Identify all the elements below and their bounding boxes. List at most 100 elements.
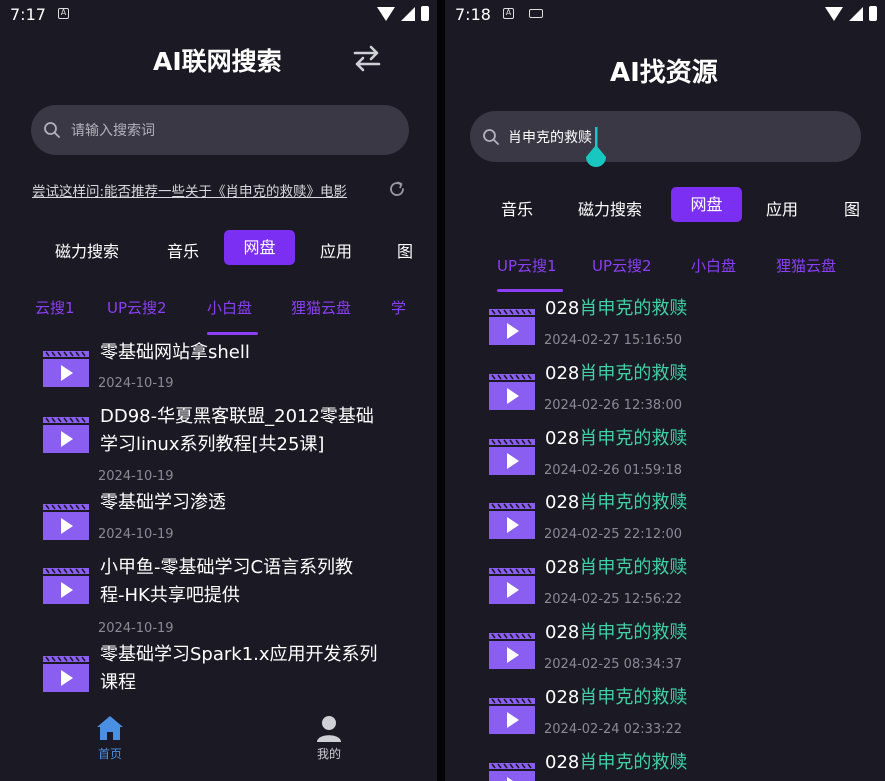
result-title: 028肖申克的救赎 bbox=[545, 489, 687, 517]
battery-icon bbox=[869, 6, 877, 21]
video-file-icon bbox=[43, 656, 89, 692]
screen-divider bbox=[437, 0, 445, 781]
category-tab-magnet[interactable]: 磁力搜索 bbox=[55, 238, 119, 262]
status-bar: 7:18 A bbox=[445, 0, 885, 30]
result-name: 肖申克的救赎 bbox=[579, 427, 688, 449]
suggestion-link[interactable]: 尝试这样问:能否推荐一些关于《肖申克的救赎》电影 bbox=[32, 180, 347, 200]
status-time: 7:17 bbox=[10, 5, 46, 24]
result-prefix: 028 bbox=[545, 557, 580, 579]
result-date: 2024-10-19 bbox=[98, 376, 174, 391]
result-prefix: 028 bbox=[545, 492, 580, 514]
active-subtab-indicator bbox=[497, 289, 563, 292]
result-title-cont: 课程 bbox=[100, 672, 136, 693]
result-date: 2024-02-26 12:38:00 bbox=[544, 397, 683, 413]
page-title: AI找资源 bbox=[610, 58, 718, 88]
active-subtab-indicator bbox=[207, 332, 258, 335]
subtab-upcloud2[interactable]: UP云搜2 bbox=[107, 297, 167, 318]
video-file-icon bbox=[489, 762, 535, 781]
result-title-cont: 学习linux系列教程[共25课] bbox=[100, 434, 325, 455]
result-title: 零基础学习渗透 bbox=[100, 492, 226, 513]
nav-mine-label: 我的 bbox=[316, 747, 341, 761]
result-title: 028肖申克的救赎 bbox=[545, 554, 687, 582]
status-bar: 7:17 A bbox=[0, 0, 437, 30]
swap-icon[interactable] bbox=[352, 44, 382, 72]
video-file-icon bbox=[489, 309, 535, 345]
status-icons bbox=[377, 6, 429, 21]
category-tab-music[interactable]: 音乐 bbox=[501, 196, 533, 220]
result-name: 肖申克的救赎 bbox=[579, 622, 688, 643]
subtab-upcloud1[interactable]: UP云搜1 bbox=[497, 255, 557, 276]
result-date: 2024-02-25 08:34:37 bbox=[544, 657, 683, 672]
video-file-icon bbox=[43, 504, 89, 540]
home-icon bbox=[97, 716, 123, 740]
subtab-limao[interactable]: 狸猫云盘 bbox=[291, 297, 351, 318]
search-icon bbox=[483, 128, 499, 145]
search-input[interactable]: 请输入搜索词 bbox=[31, 105, 409, 155]
result-title: 028肖申克的救赎 bbox=[545, 360, 687, 388]
video-file-icon bbox=[489, 503, 535, 540]
result-title: DD98-华夏黑客联盟_2012零基础 bbox=[100, 406, 374, 427]
result-date: 2024-10-19 bbox=[98, 469, 174, 484]
result-name: 肖申克的救赎 bbox=[579, 557, 688, 579]
result-name: 肖申克的救赎 bbox=[579, 492, 688, 514]
text-cursor-handle[interactable] bbox=[584, 127, 608, 177]
result-date: 2024-02-24 02:33:22 bbox=[544, 721, 683, 737]
category-tab-netdisk[interactable]: 网盘 bbox=[224, 230, 295, 265]
result-title-cont: 程-HK共享吧提供 bbox=[100, 585, 240, 606]
result-prefix: 028 bbox=[545, 362, 580, 384]
subtab-upcloud2[interactable]: UP云搜2 bbox=[592, 255, 652, 276]
video-file-icon bbox=[43, 351, 89, 387]
result-prefix: 028 bbox=[545, 427, 580, 449]
page-title: AI联网搜索 bbox=[153, 47, 282, 76]
search-value: 肖申克的救赎 bbox=[508, 129, 592, 146]
category-tab-music[interactable]: 音乐 bbox=[167, 238, 199, 262]
result-name: 肖申克的救赎 bbox=[579, 362, 688, 384]
subtab-xiaobai[interactable]: 小白盘 bbox=[691, 255, 736, 276]
result-date: 2024-10-19 bbox=[98, 621, 174, 636]
status-time: 7:18 bbox=[455, 5, 491, 24]
result-date: 2024-02-27 15:16:50 bbox=[544, 333, 683, 348]
video-file-icon bbox=[489, 373, 535, 410]
user-icon bbox=[317, 716, 341, 742]
result-date: 2024-02-25 22:12:00 bbox=[544, 527, 683, 543]
subtab-more[interactable]: 学 bbox=[391, 297, 406, 318]
result-title: 028肖申克的救赎 bbox=[545, 684, 687, 712]
subtab-cloud1[interactable]: 云搜1 bbox=[35, 297, 75, 318]
result-date: 2024-02-26 01:59:18 bbox=[544, 462, 683, 478]
video-file-icon bbox=[489, 633, 535, 669]
result-title: 028肖申克的救赎 bbox=[545, 619, 687, 647]
keyboard-icon bbox=[529, 9, 543, 18]
result-date: 2024-02-25 12:56:22 bbox=[544, 592, 683, 608]
video-file-icon bbox=[43, 417, 89, 453]
category-tab-images[interactable]: 图 bbox=[844, 196, 860, 220]
subtab-limao[interactable]: 狸猫云盘 bbox=[776, 255, 836, 276]
video-file-icon bbox=[489, 568, 535, 605]
category-tab-magnet[interactable]: 磁力搜索 bbox=[578, 196, 642, 220]
subtab-xiaobai[interactable]: 小白盘 bbox=[207, 297, 252, 318]
search-placeholder: 请输入搜索词 bbox=[71, 123, 155, 139]
refresh-icon[interactable] bbox=[388, 180, 406, 198]
result-prefix: 028 bbox=[545, 622, 580, 643]
nav-mine[interactable]: 我的 bbox=[307, 714, 351, 762]
category-tab-apps[interactable]: 应用 bbox=[766, 196, 798, 220]
notification-icon: A bbox=[503, 8, 514, 19]
category-tab-images[interactable]: 图 bbox=[397, 238, 413, 262]
search-icon bbox=[44, 122, 60, 138]
result-title: 028肖申克的救赎 bbox=[545, 425, 687, 453]
result-title: 028肖申克的救赎 bbox=[545, 295, 687, 323]
result-prefix: 028 bbox=[545, 686, 580, 708]
category-tab-apps[interactable]: 应用 bbox=[320, 238, 352, 262]
result-title: 零基础网站拿shell bbox=[100, 342, 250, 363]
search-input[interactable]: 肖申克的救赎 bbox=[470, 111, 861, 162]
nav-home[interactable]: 首页 bbox=[88, 714, 132, 762]
wifi-icon bbox=[825, 6, 843, 21]
nav-home-label: 首页 bbox=[97, 747, 122, 761]
result-name: 肖申克的救赎 bbox=[579, 686, 688, 708]
right-screen: 7:18 A AI找资源 肖申克的救赎 音乐 磁力搜索 网盘 应用 图 UP云搜… bbox=[445, 0, 885, 781]
battery-icon bbox=[421, 6, 429, 21]
category-tab-netdisk[interactable]: 网盘 bbox=[671, 187, 742, 222]
video-file-icon bbox=[489, 697, 535, 734]
result-title: 028肖申克的救赎 bbox=[545, 749, 687, 777]
result-name: 肖申克的救赎 bbox=[579, 751, 688, 773]
notification-icon: A bbox=[58, 8, 69, 19]
